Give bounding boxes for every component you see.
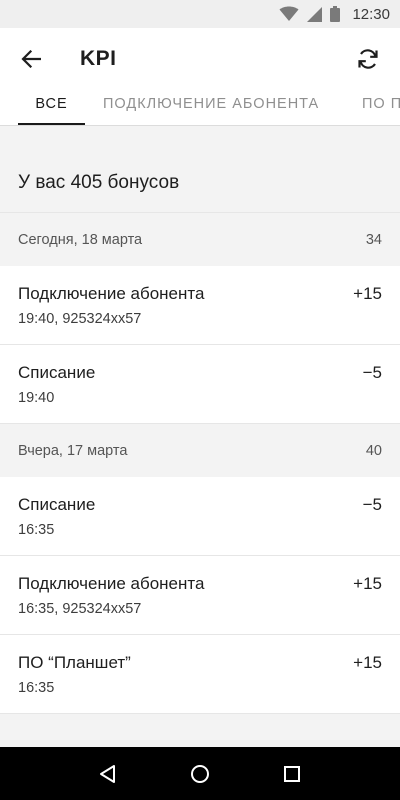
list-item-amount: +15: [353, 574, 382, 593]
arrow-left-icon: [21, 50, 41, 68]
home-circle-icon: [191, 764, 209, 783]
list-item-title: ПО “Планшет”: [18, 653, 131, 672]
list-item[interactable]: Подключение абонента 19:40, 925324xx57 +…: [0, 266, 400, 345]
refresh-icon: [358, 49, 378, 69]
list-item-amount: −5: [362, 495, 382, 514]
back-button[interactable]: [13, 41, 49, 77]
active-tab-indicator: [18, 123, 85, 125]
day-header-total: 34: [365, 231, 382, 248]
list-item-subtitle: 19:40: [18, 390, 55, 406]
list-item-subtitle: 16:35: [18, 680, 55, 696]
tab-subscriber-connection[interactable]: Подключение абонента: [103, 90, 319, 125]
list-item-title: Списание: [18, 495, 96, 514]
tab-all[interactable]: Все: [18, 90, 85, 125]
signal-icon: [307, 6, 323, 22]
bonus-summary: У вас 405 бонусов: [0, 155, 400, 210]
list-item-subtitle: 16:35, 925324xx57: [18, 601, 142, 617]
list-item-title: Списание: [18, 363, 96, 382]
battery-icon: [330, 6, 341, 22]
list-item[interactable]: ПО “Планшет” 16:35 +15: [0, 635, 400, 714]
day-header-label: Сегодня, 18 марта: [18, 231, 143, 248]
system-home-button[interactable]: [182, 756, 218, 792]
system-recents-button[interactable]: [274, 756, 310, 792]
day-header-total: 40: [365, 442, 382, 459]
list-item-amount: +15: [353, 653, 382, 672]
system-back-button[interactable]: [90, 756, 126, 792]
list-item-amount: +15: [353, 284, 382, 303]
list-item-subtitle: 16:35: [18, 522, 55, 538]
page-title: KPI: [80, 47, 117, 70]
back-triangle-icon: [100, 764, 115, 783]
list-item[interactable]: Списание 19:40 −5: [0, 345, 400, 424]
day-header-today: Сегодня, 18 марта 34: [0, 212, 400, 267]
list-item-amount: −5: [362, 363, 382, 382]
wifi-icon: [279, 6, 299, 21]
day-header-label: Вчера, 17 марта: [18, 442, 128, 459]
bonus-list[interactable]: У вас 405 бонусов Сегодня, 18 марта 34 П…: [0, 127, 400, 747]
tab-po[interactable]: ПО П: [362, 90, 400, 125]
list-item[interactable]: Подключение абонента 16:35, 925324xx57 +…: [0, 556, 400, 635]
list-item-title: Подключение абонента: [18, 574, 205, 593]
list-item-title: Подключение абонента: [18, 284, 205, 303]
refresh-button[interactable]: [350, 41, 386, 77]
day-header-yesterday: Вчера, 17 марта 40: [0, 423, 400, 478]
status-time: 12:30: [352, 5, 390, 23]
status-bar: 12:30: [0, 0, 400, 28]
system-nav-bar: [0, 747, 400, 800]
app-bar: KPI: [0, 28, 400, 90]
recents-square-icon: [284, 765, 300, 782]
list-item[interactable]: Списание 16:35 −5: [0, 477, 400, 556]
list-item-subtitle: 19:40, 925324xx57: [18, 311, 142, 327]
tab-bar: Все Подключение абонента ПО П: [0, 90, 400, 126]
